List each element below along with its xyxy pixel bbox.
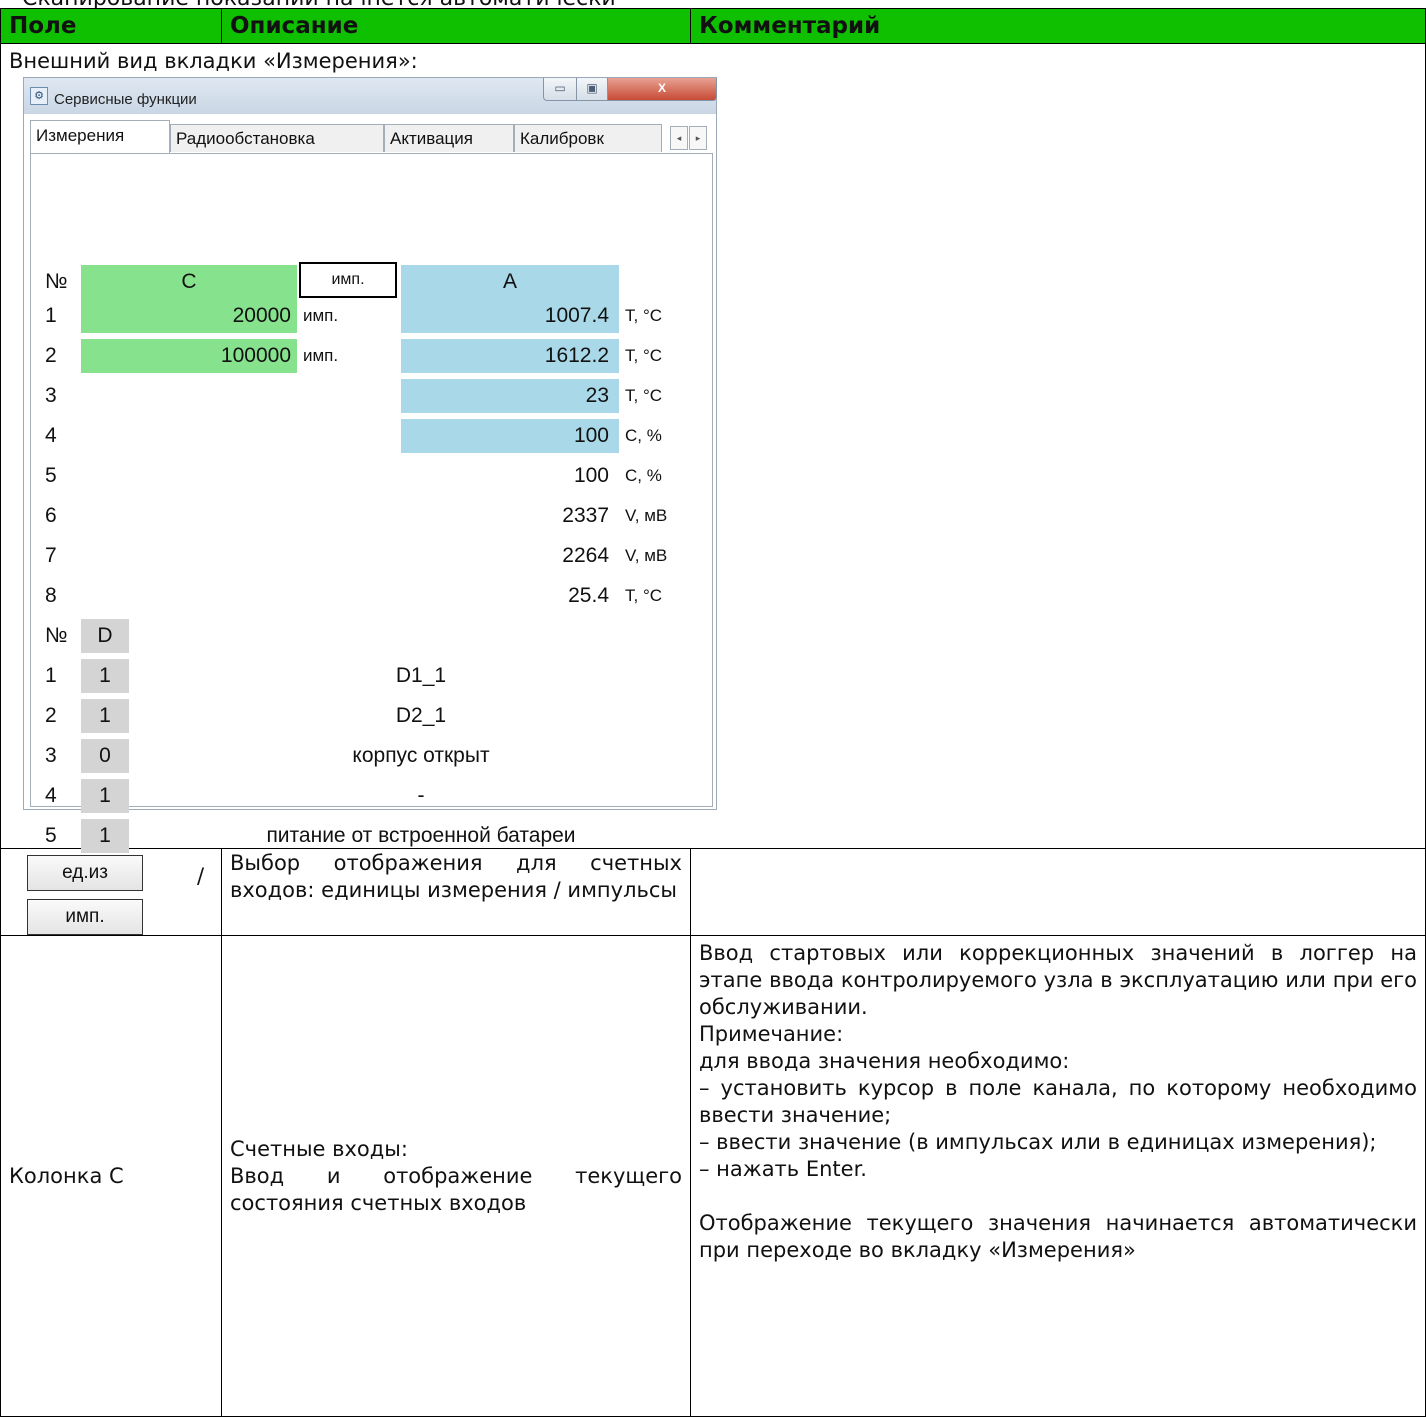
a-unit: C, %: [625, 426, 662, 445]
c-unit: имп.: [303, 346, 339, 365]
row-number: 4: [45, 424, 57, 447]
screenshot-cell: Внешний вид вкладки «Измерения»: ⚙ Серви…: [0, 43, 1426, 853]
comment-line: для ввода значения необходимо:: [699, 1049, 1070, 1073]
discrete-state: 0: [81, 739, 129, 773]
a-unit: T, °C: [625, 386, 663, 405]
discrete-row-number: 1: [45, 664, 57, 687]
units-description: Выбор отображения для счетных входов: ед…: [221, 848, 691, 936]
imp-toggle-button[interactable]: имп.: [299, 262, 397, 298]
discrete-label: питание от встроенной батареи: [266, 824, 576, 847]
tab-strip: Измерения Радиообстановка Активация Кали…: [30, 120, 714, 154]
a-value: 100: [573, 464, 609, 487]
discrete-num-header: №: [45, 624, 68, 647]
discrete-label: -: [417, 784, 425, 807]
units-comment: [690, 848, 1426, 936]
row-number: 6: [45, 504, 57, 527]
discrete-row-number: 2: [45, 704, 57, 727]
units-toggle-row: ед.из / имп. Выбор отображения для счетн…: [0, 848, 1426, 936]
row-number: 5: [45, 464, 57, 487]
screenshot-row: Внешний вид вкладки «Измерения»: ⚙ Серви…: [0, 43, 1426, 853]
column-c-field: Колонка С: [0, 935, 222, 1417]
comment-line: Ввод стартовых или коррекционных значени…: [699, 941, 1417, 1019]
a-value: 1612.2: [544, 344, 609, 367]
c-value[interactable]: 100000: [81, 339, 291, 373]
minimize-button[interactable]: ▭: [543, 78, 577, 101]
maximize-button[interactable]: ▣: [576, 78, 608, 101]
a-value: 23: [585, 384, 609, 407]
c-value[interactable]: 20000: [81, 299, 291, 333]
units-buttons-cell: ед.из / имп.: [0, 848, 222, 936]
row-number: 8: [45, 584, 57, 607]
row-number: 2: [45, 344, 57, 367]
header-comment: Комментарий: [690, 8, 1426, 44]
a-value: 1007.4: [544, 304, 609, 327]
discrete-state: 1: [81, 779, 129, 813]
tab-scroll-left-icon[interactable]: ◂: [670, 126, 688, 150]
description-line: Счетные входы:: [230, 1136, 408, 1161]
column-c-comment: Ввод стартовых или коррекционных значени…: [690, 935, 1426, 1417]
discrete-label: D2_1: [395, 704, 447, 727]
a-unit: T, °C: [625, 346, 663, 365]
a-value: 2337: [562, 504, 609, 527]
a-unit: T, °C: [625, 306, 663, 325]
close-button[interactable]: X: [607, 78, 717, 101]
a-value: 25.4: [568, 584, 609, 607]
discrete-state: 1: [81, 699, 129, 733]
impulses-button: имп.: [27, 899, 143, 935]
row-number: 1: [45, 304, 57, 327]
row-number: 7: [45, 544, 57, 567]
service-functions-window: ⚙ Сервисные функции ▭ ▣ X Измерения Ради…: [23, 77, 717, 853]
tab-activation[interactable]: Активация: [384, 124, 514, 152]
measurements-panel: № C имп. A 1 20000 имп. 1007.4 T, °C 2 100000 и…: [30, 153, 713, 853]
units-button: ед.из: [27, 855, 143, 891]
tab-measurements[interactable]: Измерения: [30, 120, 170, 154]
row-number: 3: [45, 384, 57, 407]
a-unit: T, °C: [625, 586, 663, 605]
discrete-row-number: 3: [45, 744, 57, 767]
app-icon: ⚙: [30, 87, 48, 105]
window-title: Сервисные функции: [54, 91, 197, 108]
a-unit: V, мВ: [625, 546, 668, 565]
a-unit: C, %: [625, 466, 662, 485]
column-c-row: Колонка С Счетные входы: Ввод и отображе…: [0, 935, 1426, 1417]
d-header-cell: D: [81, 619, 129, 653]
c-header: C: [181, 270, 197, 293]
window-titlebar: ⚙ Сервисные функции ▭ ▣ X: [24, 78, 717, 114]
comment-line: – нажать Enter.: [699, 1157, 867, 1181]
comment-line: [699, 1183, 1417, 1210]
discrete-row-number: 4: [45, 784, 57, 807]
header-description: Описание: [221, 8, 691, 44]
discrete-label: корпус открыт: [352, 744, 490, 767]
discrete-state: 1: [81, 659, 129, 693]
intro-text: Внешний вид вкладки «Измерения»:: [9, 49, 418, 73]
tab-calibration[interactable]: Калибровк: [514, 124, 662, 152]
header-field: Поле: [0, 8, 222, 44]
comment-line: Отображение текущего значения начинается…: [699, 1211, 1417, 1262]
a-value: 2264: [562, 544, 609, 567]
num-header: №: [45, 270, 68, 293]
description-line: Ввод и отображение текущего состояния сч…: [230, 1163, 682, 1215]
comment-line: – ввести значение (в импульсах или в еди…: [699, 1130, 1377, 1154]
tab-radio[interactable]: Радиообстановка: [170, 124, 384, 152]
c-unit: имп.: [303, 306, 339, 325]
column-c-description: Счетные входы: Ввод и отображение текуще…: [221, 935, 691, 1417]
separator-slash: /: [197, 864, 205, 888]
tab-scroll-right-icon[interactable]: ▸: [689, 126, 707, 150]
a-unit: V, мВ: [625, 506, 668, 525]
table-header-row: Поле Описание Комментарий: [0, 8, 1426, 44]
comment-line: Примечание:: [699, 1022, 844, 1046]
discrete-label: D1_1: [395, 664, 447, 687]
field-description-table: Поле Описание Комментарий Внешний вид вк…: [0, 8, 1426, 1417]
a-header: A: [502, 270, 517, 293]
comment-line: – установить курсор в поле канала, по ко…: [699, 1076, 1417, 1127]
a-value: 100: [573, 424, 609, 447]
